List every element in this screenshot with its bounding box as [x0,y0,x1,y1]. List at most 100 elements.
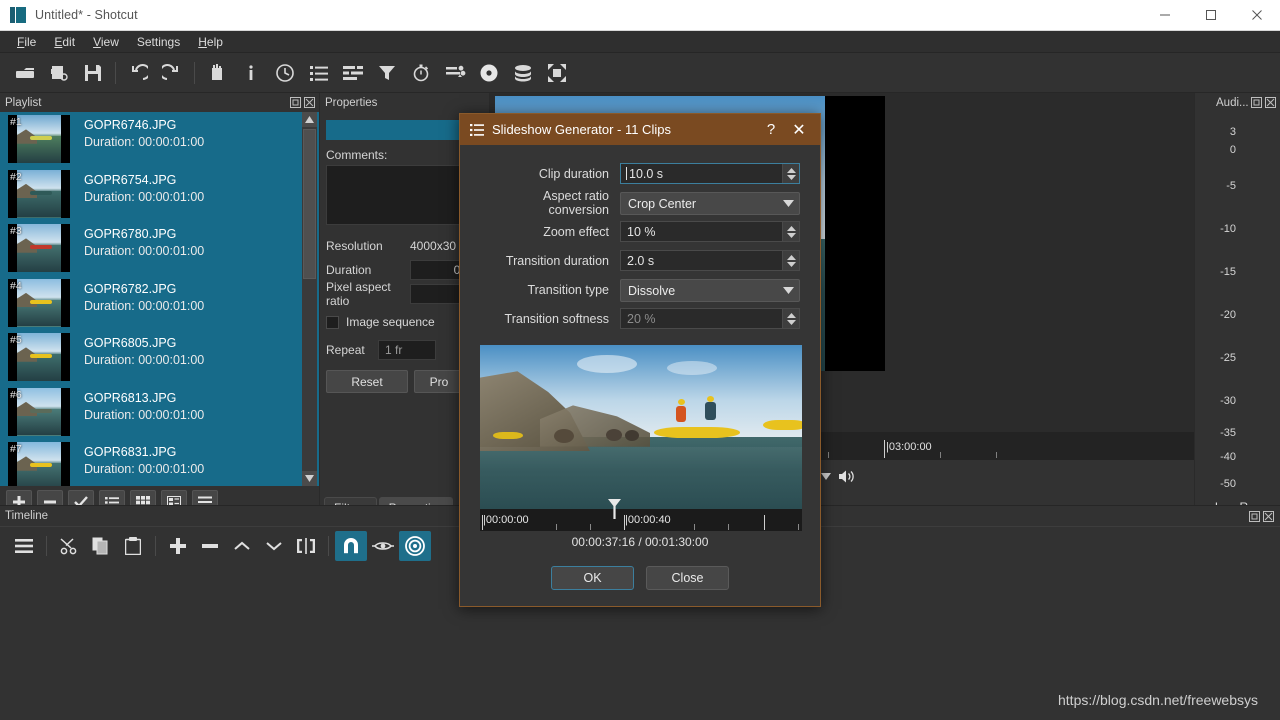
overwrite-icon[interactable] [258,531,290,561]
save-icon[interactable] [76,56,110,90]
menu-file[interactable]: File [8,33,45,51]
scroll-down-icon[interactable] [302,471,317,486]
slideshow-preview[interactable] [480,345,802,509]
playlist-item[interactable]: #1 GOPR6746.JPG Duration: 00:00:01:00 [0,112,319,167]
playlist-items[interactable]: #1 GOPR6746.JPG Duration: 00:00:01:00 #2 GOP… [0,112,319,486]
audio-close-icon[interactable] [1265,97,1276,108]
dialog-help-icon[interactable]: ? [758,121,784,138]
split-icon[interactable] [290,531,322,561]
playlist-item[interactable]: #4 GOPR6782.JPG Duration: 00:00:01:00 [0,276,319,331]
transition-duration-spinbox[interactable]: 2.0 s [620,250,800,271]
menu-edit[interactable]: Edit [45,33,84,51]
playlist-item-name: GOPR6831.JPG [84,445,177,459]
redo-icon[interactable] [155,56,189,90]
ripple-icon[interactable] [399,530,431,561]
spinner-arrows-icon[interactable] [782,222,799,241]
fullscreen-icon[interactable] [540,56,574,90]
playlist-item[interactable]: #6 GOPR6813.JPG Duration: 00:00:01:00 [0,385,319,440]
spinner-arrows-icon[interactable] [782,164,799,183]
close-button[interactable]: Close [646,566,729,590]
timeline-menu-icon[interactable] [8,531,40,561]
playlist-close-icon[interactable] [304,97,315,108]
playlist-item[interactable]: #5 GOPR6805.JPG Duration: 00:00:01:00 [0,330,319,385]
playlist-item[interactable]: #2 GOPR6754.JPG Duration: 00:00:01:00 [0,167,319,222]
image-sequence-checkbox[interactable] [326,315,339,329]
ripple-delete-icon[interactable] [194,531,226,561]
info-icon[interactable] [234,56,268,90]
proxy-button[interactable]: Pro [414,370,464,393]
append-icon[interactable] [162,531,194,561]
aspect-ratio-conversion-combobox[interactable]: Crop Center [620,192,800,215]
image-sequence-label: Image sequence [346,315,435,329]
transition-softness-spinbox[interactable]: 20 % [620,308,800,329]
zoom-effect-label: Zoom effect [543,224,609,239]
keyframes-icon[interactable] [404,56,438,90]
cut-icon[interactable] [53,531,85,561]
scroll-up-icon[interactable] [302,112,317,127]
timeline-float-icon[interactable] [1249,510,1260,522]
properties-icon[interactable] [200,56,234,90]
dialog-close-icon[interactable]: ✕ [784,120,814,140]
menu-settings[interactable]: Settings [128,33,189,51]
transition-type-combobox[interactable]: Dissolve [620,279,800,302]
clip-duration-label: Clip duration [538,166,609,181]
menubar: File Edit View Settings Help [0,31,1280,53]
playlist-scroll-thumb[interactable] [303,129,316,279]
clip-duration-value: 10.0 s [629,166,664,181]
playlist-item-duration: Duration: 00:00:01:00 [84,189,205,204]
recent-icon[interactable] [268,56,302,90]
scrub-while-dragging-icon[interactable] [367,531,399,561]
record-icon[interactable] [472,56,506,90]
watermark-text: https://blog.csdn.net/freewebsys [1058,692,1258,708]
playlist-item[interactable]: #3 GOPR6780.JPG Duration: 00:00:01:00 [0,221,319,276]
copy-icon[interactable] [85,531,117,561]
jobs-icon[interactable] [506,56,540,90]
spinner-arrows-icon[interactable] [782,309,799,328]
undo-icon[interactable] [121,56,155,90]
dialog-field-row: Zoom effect 10 % [480,217,800,246]
minimize-icon[interactable] [1142,0,1188,31]
repeat-input[interactable]: 1 fr [378,340,436,360]
lift-icon[interactable] [226,531,258,561]
transition-softness-label: Transition softness [504,311,609,326]
open-file-icon[interactable] [8,56,42,90]
playlist-item-name: GOPR6780.JPG [84,227,177,241]
filters-icon[interactable] [370,56,404,90]
volume-icon[interactable] [834,463,860,489]
transition-type-label: Transition type [527,282,609,297]
clip-duration-spinbox[interactable]: 10.0 s [620,163,800,184]
ok-button[interactable]: OK [551,566,634,590]
snap-magnet-icon[interactable] [335,530,367,561]
maximize-icon[interactable] [1188,0,1234,31]
audio-db-tick: 3 [1229,125,1236,138]
reset-button[interactable]: Reset [326,370,408,393]
timeline-close-icon[interactable] [1263,510,1274,522]
open-other-icon[interactable] [42,56,76,90]
zoom-effect-spinbox[interactable]: 10 % [620,221,800,242]
spinner-arrows-icon[interactable] [782,251,799,270]
close-icon[interactable] [1234,0,1280,31]
playlist-scrollbar[interactable] [302,112,317,486]
playlist-item-name: GOPR6754.JPG [84,172,177,187]
chevron-down-icon[interactable] [777,200,799,207]
preview-scrubber[interactable]: |00:00:00 |00:00:40 [480,499,802,531]
paste-icon[interactable] [117,531,149,561]
playlist-item-duration: Duration: 00:00:01:00 [84,298,205,313]
playhead-icon[interactable] [608,499,621,522]
playlist-item-thumbnail: #3 [8,224,70,272]
window-controls [1142,0,1280,31]
playlist-item[interactable]: #7 GOPR6831.JPG Duration: 00:00:01:00 [0,439,319,486]
timeline-icon[interactable] [336,56,370,90]
chevron-down-icon[interactable] [777,287,799,294]
transition-softness-value: 20 % [627,311,656,326]
playlist-icon[interactable] [302,56,336,90]
audio-db-tick: -15 [1220,265,1236,278]
playlist-float-icon[interactable] [290,97,301,108]
markers-icon[interactable] [438,56,472,90]
audio-float-icon[interactable] [1251,97,1262,108]
list-icon [470,123,484,136]
audio-db-tick: -35 [1220,426,1236,439]
menu-view[interactable]: View [84,33,128,51]
menu-help[interactable]: Help [189,33,232,51]
aspect-ratio-conversion-label: Aspect ratio conversion [542,188,609,217]
